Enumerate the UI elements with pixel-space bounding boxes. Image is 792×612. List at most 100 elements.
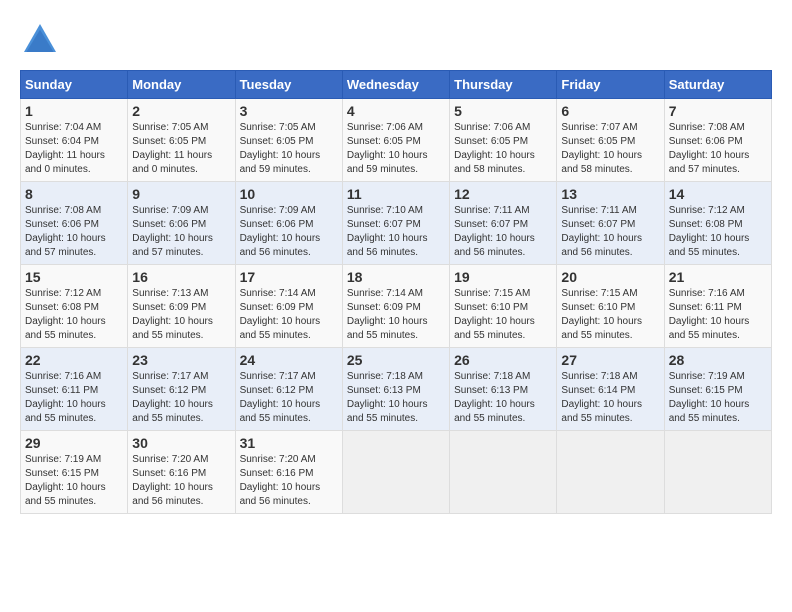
day-number: 25 — [347, 352, 445, 368]
calendar-cell: 3 Sunrise: 7:05 AMSunset: 6:05 PMDayligh… — [235, 99, 342, 182]
day-info: Sunrise: 7:04 AMSunset: 6:04 PMDaylight:… — [25, 122, 105, 175]
calendar-cell: 10 Sunrise: 7:09 AMSunset: 6:06 PMDaylig… — [235, 182, 342, 265]
day-number: 30 — [132, 435, 230, 451]
day-info: Sunrise: 7:12 AMSunset: 6:08 PMDaylight:… — [669, 205, 750, 258]
calendar-cell: 19 Sunrise: 7:15 AMSunset: 6:10 PMDaylig… — [450, 265, 557, 348]
calendar-cell: 1 Sunrise: 7:04 AMSunset: 6:04 PMDayligh… — [21, 99, 128, 182]
day-number: 8 — [25, 186, 123, 202]
calendar-cell: 4 Sunrise: 7:06 AMSunset: 6:05 PMDayligh… — [342, 99, 449, 182]
column-headers: SundayMondayTuesdayWednesdayThursdayFrid… — [21, 71, 772, 99]
day-number: 7 — [669, 103, 767, 119]
day-number: 24 — [240, 352, 338, 368]
day-number: 10 — [240, 186, 338, 202]
calendar-cell: 22 Sunrise: 7:16 AMSunset: 6:11 PMDaylig… — [21, 348, 128, 431]
page-header — [20, 20, 772, 60]
day-info: Sunrise: 7:10 AMSunset: 6:07 PMDaylight:… — [347, 205, 428, 258]
calendar-cell: 29 Sunrise: 7:19 AMSunset: 6:15 PMDaylig… — [21, 431, 128, 514]
calendar-week-0: 1 Sunrise: 7:04 AMSunset: 6:04 PMDayligh… — [21, 99, 772, 182]
calendar-cell: 7 Sunrise: 7:08 AMSunset: 6:06 PMDayligh… — [664, 99, 771, 182]
calendar-cell: 5 Sunrise: 7:06 AMSunset: 6:05 PMDayligh… — [450, 99, 557, 182]
calendar-cell — [557, 431, 664, 514]
day-info: Sunrise: 7:19 AMSunset: 6:15 PMDaylight:… — [25, 454, 106, 507]
day-number: 18 — [347, 269, 445, 285]
calendar-cell: 20 Sunrise: 7:15 AMSunset: 6:10 PMDaylig… — [557, 265, 664, 348]
day-number: 21 — [669, 269, 767, 285]
day-number: 20 — [561, 269, 659, 285]
calendar-cell: 2 Sunrise: 7:05 AMSunset: 6:05 PMDayligh… — [128, 99, 235, 182]
day-info: Sunrise: 7:09 AMSunset: 6:06 PMDaylight:… — [240, 205, 321, 258]
day-info: Sunrise: 7:08 AMSunset: 6:06 PMDaylight:… — [25, 205, 106, 258]
day-info: Sunrise: 7:14 AMSunset: 6:09 PMDaylight:… — [240, 288, 321, 341]
calendar-cell — [342, 431, 449, 514]
day-number: 1 — [25, 103, 123, 119]
day-number: 31 — [240, 435, 338, 451]
day-number: 15 — [25, 269, 123, 285]
calendar-cell: 8 Sunrise: 7:08 AMSunset: 6:06 PMDayligh… — [21, 182, 128, 265]
column-header-sunday: Sunday — [21, 71, 128, 99]
day-number: 13 — [561, 186, 659, 202]
calendar-cell: 15 Sunrise: 7:12 AMSunset: 6:08 PMDaylig… — [21, 265, 128, 348]
column-header-thursday: Thursday — [450, 71, 557, 99]
day-info: Sunrise: 7:17 AMSunset: 6:12 PMDaylight:… — [240, 371, 321, 424]
calendar-cell: 28 Sunrise: 7:19 AMSunset: 6:15 PMDaylig… — [664, 348, 771, 431]
day-info: Sunrise: 7:19 AMSunset: 6:15 PMDaylight:… — [669, 371, 750, 424]
day-info: Sunrise: 7:06 AMSunset: 6:05 PMDaylight:… — [347, 122, 428, 175]
day-info: Sunrise: 7:17 AMSunset: 6:12 PMDaylight:… — [132, 371, 213, 424]
day-info: Sunrise: 7:16 AMSunset: 6:11 PMDaylight:… — [669, 288, 750, 341]
day-info: Sunrise: 7:12 AMSunset: 6:08 PMDaylight:… — [25, 288, 106, 341]
day-number: 5 — [454, 103, 552, 119]
calendar-cell: 23 Sunrise: 7:17 AMSunset: 6:12 PMDaylig… — [128, 348, 235, 431]
day-number: 27 — [561, 352, 659, 368]
calendar-week-2: 15 Sunrise: 7:12 AMSunset: 6:08 PMDaylig… — [21, 265, 772, 348]
day-info: Sunrise: 7:18 AMSunset: 6:14 PMDaylight:… — [561, 371, 642, 424]
day-info: Sunrise: 7:16 AMSunset: 6:11 PMDaylight:… — [25, 371, 106, 424]
day-number: 29 — [25, 435, 123, 451]
day-info: Sunrise: 7:07 AMSunset: 6:05 PMDaylight:… — [561, 122, 642, 175]
day-info: Sunrise: 7:05 AMSunset: 6:05 PMDaylight:… — [132, 122, 212, 175]
day-info: Sunrise: 7:14 AMSunset: 6:09 PMDaylight:… — [347, 288, 428, 341]
day-number: 2 — [132, 103, 230, 119]
calendar-cell: 13 Sunrise: 7:11 AMSunset: 6:07 PMDaylig… — [557, 182, 664, 265]
calendar-cell: 30 Sunrise: 7:20 AMSunset: 6:16 PMDaylig… — [128, 431, 235, 514]
day-number: 4 — [347, 103, 445, 119]
day-number: 9 — [132, 186, 230, 202]
logo-icon — [20, 20, 60, 60]
calendar-cell: 26 Sunrise: 7:18 AMSunset: 6:13 PMDaylig… — [450, 348, 557, 431]
calendar-cell: 27 Sunrise: 7:18 AMSunset: 6:14 PMDaylig… — [557, 348, 664, 431]
day-number: 14 — [669, 186, 767, 202]
day-info: Sunrise: 7:08 AMSunset: 6:06 PMDaylight:… — [669, 122, 750, 175]
day-info: Sunrise: 7:20 AMSunset: 6:16 PMDaylight:… — [132, 454, 213, 507]
column-header-friday: Friday — [557, 71, 664, 99]
calendar-cell: 18 Sunrise: 7:14 AMSunset: 6:09 PMDaylig… — [342, 265, 449, 348]
calendar-cell: 17 Sunrise: 7:14 AMSunset: 6:09 PMDaylig… — [235, 265, 342, 348]
day-info: Sunrise: 7:20 AMSunset: 6:16 PMDaylight:… — [240, 454, 321, 507]
day-info: Sunrise: 7:18 AMSunset: 6:13 PMDaylight:… — [347, 371, 428, 424]
day-info: Sunrise: 7:09 AMSunset: 6:06 PMDaylight:… — [132, 205, 213, 258]
calendar-cell: 12 Sunrise: 7:11 AMSunset: 6:07 PMDaylig… — [450, 182, 557, 265]
day-info: Sunrise: 7:11 AMSunset: 6:07 PMDaylight:… — [561, 205, 642, 258]
day-number: 19 — [454, 269, 552, 285]
day-number: 12 — [454, 186, 552, 202]
calendar-week-3: 22 Sunrise: 7:16 AMSunset: 6:11 PMDaylig… — [21, 348, 772, 431]
calendar-cell — [450, 431, 557, 514]
calendar-cell: 9 Sunrise: 7:09 AMSunset: 6:06 PMDayligh… — [128, 182, 235, 265]
day-info: Sunrise: 7:11 AMSunset: 6:07 PMDaylight:… — [454, 205, 535, 258]
calendar-week-4: 29 Sunrise: 7:19 AMSunset: 6:15 PMDaylig… — [21, 431, 772, 514]
calendar-cell: 14 Sunrise: 7:12 AMSunset: 6:08 PMDaylig… — [664, 182, 771, 265]
day-info: Sunrise: 7:18 AMSunset: 6:13 PMDaylight:… — [454, 371, 535, 424]
day-info: Sunrise: 7:05 AMSunset: 6:05 PMDaylight:… — [240, 122, 321, 175]
day-number: 28 — [669, 352, 767, 368]
calendar-cell: 24 Sunrise: 7:17 AMSunset: 6:12 PMDaylig… — [235, 348, 342, 431]
calendar-cell: 25 Sunrise: 7:18 AMSunset: 6:13 PMDaylig… — [342, 348, 449, 431]
day-info: Sunrise: 7:13 AMSunset: 6:09 PMDaylight:… — [132, 288, 213, 341]
calendar-cell: 16 Sunrise: 7:13 AMSunset: 6:09 PMDaylig… — [128, 265, 235, 348]
day-info: Sunrise: 7:15 AMSunset: 6:10 PMDaylight:… — [454, 288, 535, 341]
calendar-cell — [664, 431, 771, 514]
column-header-tuesday: Tuesday — [235, 71, 342, 99]
day-number: 3 — [240, 103, 338, 119]
day-number: 17 — [240, 269, 338, 285]
calendar-cell: 21 Sunrise: 7:16 AMSunset: 6:11 PMDaylig… — [664, 265, 771, 348]
day-number: 6 — [561, 103, 659, 119]
calendar-table: SundayMondayTuesdayWednesdayThursdayFrid… — [20, 70, 772, 514]
column-header-wednesday: Wednesday — [342, 71, 449, 99]
